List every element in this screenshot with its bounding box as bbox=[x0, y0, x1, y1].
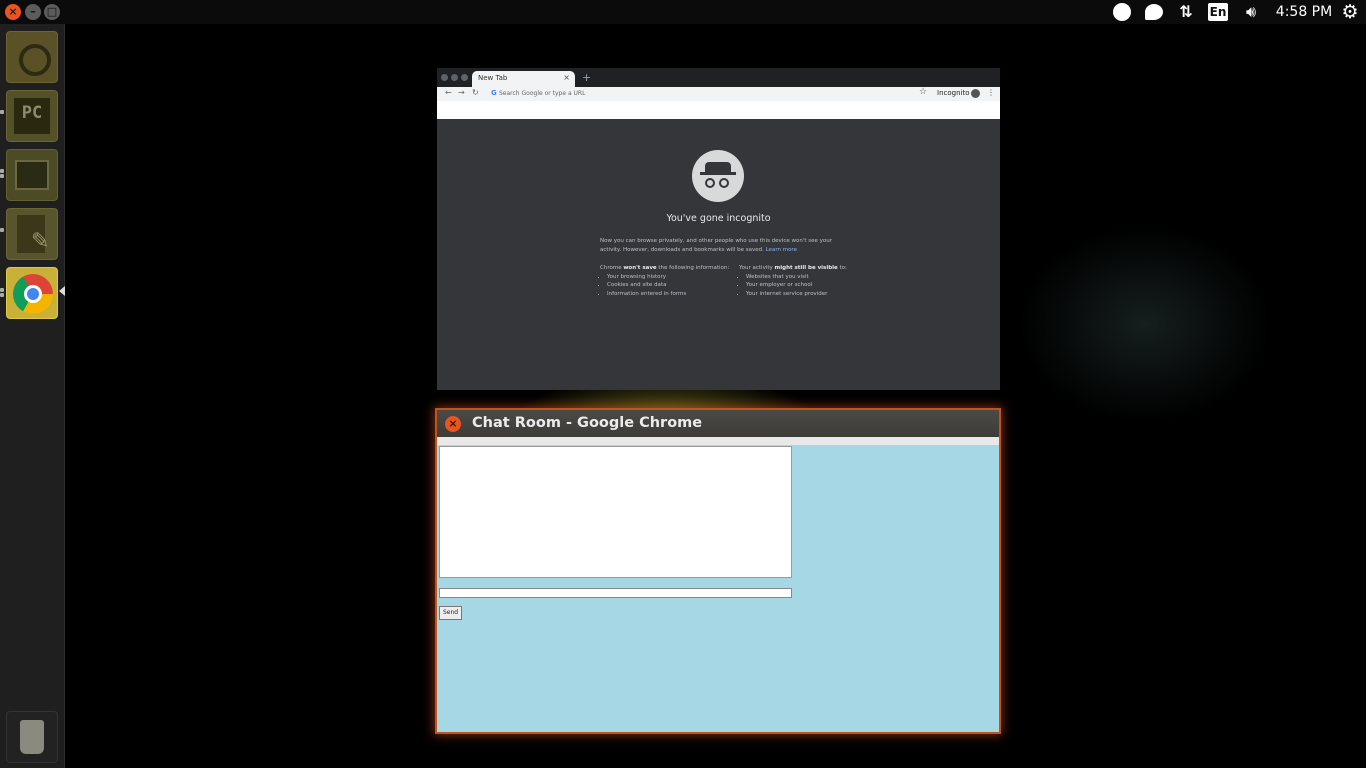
browser-toolbar-strip: ​ bbox=[437, 437, 999, 446]
system-gear-icon[interactable]: ⚙ bbox=[1338, 2, 1362, 22]
list-item: Cookies and site data bbox=[607, 281, 730, 290]
still-visible-column: Your activity might still be visible to:… bbox=[739, 264, 869, 298]
learn-more-link[interactable]: Learn more bbox=[766, 247, 797, 253]
window-title: Chat Room - Google Chrome bbox=[472, 415, 703, 431]
tab-label: New Tab bbox=[478, 74, 508, 82]
chat-room-window[interactable]: × Chat Room - Google Chrome ​ Send bbox=[437, 410, 999, 732]
launcher: PC ✎ bbox=[0, 24, 65, 768]
wont-save-column: Chrome won't save the following informat… bbox=[600, 264, 730, 298]
launcher-pip bbox=[0, 288, 4, 292]
traffic-dot[interactable] bbox=[441, 74, 448, 81]
still-visible-heading: Your activity might still be visible to: bbox=[739, 265, 847, 271]
file-cabinet-icon bbox=[15, 160, 49, 190]
list-item: Your internet service provider bbox=[746, 290, 869, 299]
google-g-icon: G bbox=[491, 89, 497, 97]
list-item: Information entered in forms bbox=[607, 290, 730, 299]
chat-log-textarea[interactable] bbox=[439, 446, 792, 578]
launcher-pip bbox=[0, 174, 4, 178]
clock[interactable]: 4:58 PM bbox=[1274, 2, 1334, 22]
incognito-heading: You've gone incognito bbox=[666, 213, 771, 224]
network-arrows-icon[interactable]: ⇅ bbox=[1176, 2, 1196, 22]
bookmarks-bar bbox=[437, 101, 1000, 119]
incognito-window-thumbnail[interactable]: New Tab × + ← → ↻ G Search Google or typ… bbox=[437, 68, 1000, 390]
new-tab-button[interactable]: + bbox=[582, 71, 591, 84]
launcher-pip bbox=[0, 169, 4, 173]
window-titlebar: × Chat Room - Google Chrome bbox=[437, 410, 999, 437]
window-close-button[interactable]: × bbox=[5, 4, 21, 20]
bookmark-star-icon[interactable]: ☆ bbox=[919, 87, 927, 97]
tab-close-icon[interactable]: × bbox=[563, 73, 570, 82]
launcher-text-editor-button[interactable]: ✎ bbox=[6, 208, 58, 260]
intro-text: Now you can browse privately, and other … bbox=[600, 238, 833, 253]
chrome-icon bbox=[13, 274, 53, 314]
incognito-label[interactable]: Incognito bbox=[937, 89, 969, 97]
window-close-icon[interactable]: × bbox=[445, 416, 461, 432]
list-item: Your browsing history bbox=[607, 273, 730, 282]
launcher-files-button[interactable] bbox=[6, 149, 58, 201]
tab-new-tab[interactable]: New Tab × bbox=[472, 71, 575, 87]
menu-dots-icon[interactable]: ⋮ bbox=[987, 88, 995, 97]
launcher-pip bbox=[0, 110, 4, 114]
back-arrow-icon[interactable]: ← bbox=[445, 88, 452, 97]
chat-bubble-indicator-icon[interactable] bbox=[1144, 2, 1164, 22]
circle-indicator-icon[interactable] bbox=[1112, 2, 1132, 22]
message-input[interactable] bbox=[439, 588, 792, 598]
trash-icon bbox=[20, 720, 44, 754]
omnibox[interactable]: Search Google or type a URL bbox=[499, 90, 585, 97]
window-maximize-button[interactable]: □ bbox=[44, 4, 60, 20]
ubuntu-logo-icon bbox=[19, 44, 51, 76]
launcher-pycharm-button[interactable]: PC bbox=[6, 90, 58, 142]
wont-save-heading: Chrome won't save the following informat… bbox=[600, 265, 730, 271]
send-button[interactable]: Send bbox=[439, 606, 462, 620]
traffic-dot[interactable] bbox=[461, 74, 468, 81]
browser-toolbar: ← → ↻ G Search Google or type a URL ☆ In… bbox=[437, 87, 1000, 101]
launcher-chrome-button[interactable] bbox=[6, 267, 58, 319]
traffic-dot[interactable] bbox=[451, 74, 458, 81]
incognito-avatar-icon[interactable] bbox=[971, 89, 980, 98]
list-item: Websites that you visit bbox=[746, 273, 869, 282]
forward-arrow-icon[interactable]: → bbox=[458, 88, 465, 97]
list-item: Your employer or school bbox=[746, 281, 869, 290]
launcher-trash-button[interactable] bbox=[6, 711, 58, 763]
incognito-spy-icon bbox=[692, 150, 744, 202]
reload-icon[interactable]: ↻ bbox=[472, 88, 479, 97]
pycharm-icon: PC bbox=[14, 98, 50, 134]
keyboard-language-indicator[interactable]: En bbox=[1208, 3, 1228, 21]
launcher-dash-button[interactable] bbox=[6, 31, 58, 83]
top-panel: × – □ ⇅ En 🔊︎ 4:58 PM ⚙ bbox=[0, 0, 1366, 24]
incognito-intro: Now you can browse privately, and other … bbox=[600, 237, 840, 254]
volume-icon[interactable]: 🔊︎ bbox=[1238, 2, 1264, 22]
launcher-pip bbox=[0, 228, 4, 232]
launcher-pip bbox=[0, 293, 4, 297]
pencil-icon: ✎ bbox=[31, 229, 50, 254]
window-minimize-button[interactable]: – bbox=[25, 4, 41, 20]
tab-bar: New Tab × + bbox=[437, 68, 1000, 87]
